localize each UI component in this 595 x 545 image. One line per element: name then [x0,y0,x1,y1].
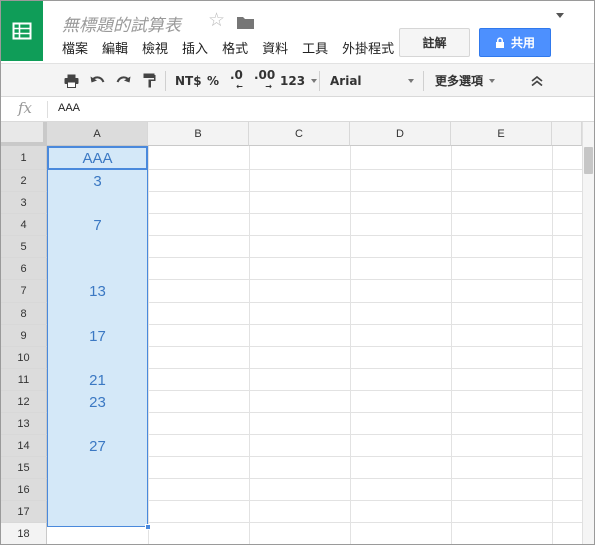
cell-a11[interactable]: 21 [47,369,148,391]
increase-decimal-button[interactable]: .00 → [254,64,275,97]
chevron-down-icon [408,78,414,83]
folder-icon[interactable] [237,14,254,33]
row-header[interactable]: 16 [1,479,47,501]
formula-bar-divider [47,101,48,118]
select-all-corner[interactable] [1,122,47,146]
sheets-logo-icon[interactable] [1,1,43,61]
cell-a9[interactable]: 17 [47,325,148,347]
menu-data[interactable]: 資料 [262,38,288,57]
cell-a12[interactable]: 23 [47,391,148,413]
chevron-down-icon [311,78,318,83]
cell-a7[interactable]: 13 [47,280,148,303]
print-icon[interactable] [64,64,79,97]
vertical-scrollbar[interactable] [582,122,594,544]
scrollbar-thumb[interactable] [584,147,593,174]
row-header[interactable]: 7 [1,280,47,303]
cell-a13[interactable] [47,413,148,435]
row-header[interactable]: 15 [1,457,47,479]
row-header[interactable]: 8 [1,303,47,325]
row-header[interactable]: 1 [1,146,47,170]
row-header[interactable]: 6 [1,258,47,280]
column-header-b[interactable]: B [148,122,249,146]
fx-icon: fx [18,99,33,117]
currency-format-button[interactable]: NT$ [175,64,202,97]
row-header[interactable]: 5 [1,236,47,258]
cell-a16[interactable] [47,479,148,501]
cell-a8[interactable] [47,303,148,325]
toolbar-divider [319,71,320,91]
column-header-a[interactable]: A [47,122,148,146]
menu-addons[interactable]: 外掛程式 [342,38,394,57]
row-header[interactable]: 13 [1,413,47,435]
menu-format[interactable]: 格式 [222,38,248,57]
arrow-left-icon: ← [236,81,243,91]
column-header-d[interactable]: D [350,122,451,146]
share-label: 共用 [510,36,535,50]
row-header[interactable]: 12 [1,391,47,413]
cell-a15[interactable] [47,457,148,479]
cell-a1[interactable]: AAA [47,146,148,170]
column-header-c[interactable]: C [249,122,350,146]
share-button[interactable]: 共用 [479,28,551,57]
cell-a2[interactable]: 3 [47,170,148,192]
row-header[interactable]: 18 [1,523,47,544]
cell-a10[interactable] [47,347,148,369]
row-header[interactable]: 9 [1,325,47,347]
collapse-header-icon[interactable] [556,13,564,18]
percent-format-button[interactable]: % [207,64,219,97]
more-options-dropdown[interactable]: 更多選項 [435,64,496,97]
cell-a6[interactable] [47,258,148,280]
paint-format-icon[interactable] [143,64,156,97]
fill-handle[interactable] [145,524,151,530]
cell-a14[interactable]: 27 [47,435,148,457]
cell-a17[interactable] [47,501,148,523]
spreadsheet-window: 無標題的試算表 ☆ 檔案 編輯 檢視 插入 格式 資料 工具 外掛程式 註解 共… [0,0,595,545]
menu-bar: 檔案 編輯 檢視 插入 格式 資料 工具 外掛程式 [62,38,394,57]
sheet-grid: A B C D E 1 2 3 4 5 6 7 8 9 10 11 12 13 14 15 16 17 18 AA… [1,122,582,544]
comment-button[interactable]: 註解 [399,28,470,57]
cell-a18[interactable] [47,523,148,544]
menu-view[interactable]: 檢視 [142,38,168,57]
decrease-decimal-button[interactable]: .0 ← [230,64,243,97]
menu-tools[interactable]: 工具 [302,38,328,57]
row-header[interactable]: 10 [1,347,47,369]
font-dropdown[interactable]: Arial [330,64,414,97]
row-header[interactable]: 14 [1,435,47,457]
toolbar-divider [165,71,166,91]
toolbar: NT$ % .0 ← .00 → 123 Arial 更多選項 [1,63,594,97]
document-title[interactable]: 無標題的試算表 [62,11,181,36]
formula-input[interactable]: AAA [58,102,80,114]
star-icon[interactable]: ☆ [208,9,225,31]
menu-file[interactable]: 檔案 [62,38,88,57]
column-header-e[interactable]: E [451,122,552,146]
chevron-down-icon [489,78,496,83]
menu-edit[interactable]: 編輯 [102,38,128,57]
lock-icon [495,37,504,48]
row-header[interactable]: 3 [1,192,47,214]
redo-icon[interactable] [116,64,131,97]
row-header[interactable]: 11 [1,369,47,391]
row-header[interactable]: 2 [1,170,47,192]
row-header[interactable]: 4 [1,214,47,236]
number-format-dropdown[interactable]: 123 [280,64,318,97]
row-header[interactable]: 17 [1,501,47,523]
cell-a5[interactable] [47,236,148,258]
arrow-right-icon: → [265,81,272,91]
collapse-toolbar-icon[interactable] [531,64,543,97]
column-header-f[interactable] [552,122,582,146]
toolbar-divider [423,71,424,91]
formula-bar: fx AAA [1,97,594,122]
cell-a3[interactable] [47,192,148,214]
menu-insert[interactable]: 插入 [182,38,208,57]
cell-a4[interactable]: 7 [47,214,148,236]
undo-icon[interactable] [90,64,105,97]
